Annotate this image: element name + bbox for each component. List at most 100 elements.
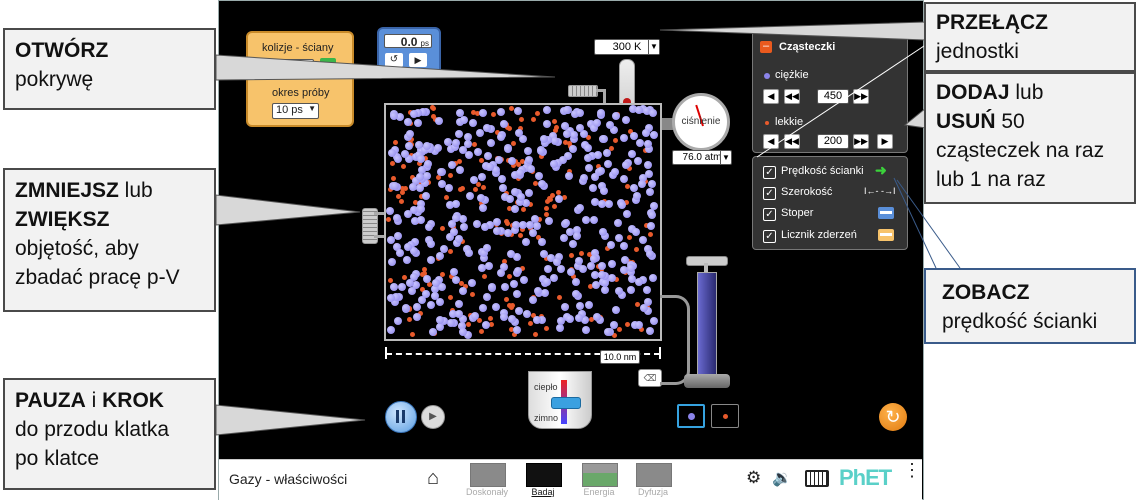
heavy-particle [526, 165, 535, 174]
heavy-particle [443, 137, 452, 146]
heavy-particle [421, 289, 430, 298]
pause-button[interactable] [385, 401, 417, 433]
stopwatch-checkbox[interactable]: ✓ [763, 208, 776, 221]
stopwatch-unit: ps [420, 39, 429, 48]
heavy-particle [560, 302, 569, 311]
light-particle [544, 325, 550, 331]
remove-fifty-light-button[interactable]: ◀◀ [784, 134, 800, 149]
heavy-particle [408, 286, 417, 295]
heavy-particle [608, 260, 616, 269]
play-icon[interactable]: ▶ [409, 53, 427, 67]
heavy-particle [486, 138, 495, 147]
gear-icon[interactable]: ⚙ [746, 468, 761, 488]
callout-pause-mid: i [85, 389, 103, 412]
heavy-particle [409, 109, 418, 118]
heavy-particle [479, 204, 488, 213]
collapse-button[interactable]: – [760, 41, 772, 53]
heat-cool-slider-thumb[interactable] [551, 397, 581, 409]
heavy-count: 450 [817, 89, 849, 104]
heavy-particle [590, 216, 598, 225]
tab-ideal[interactable]: Doskonały [466, 460, 508, 500]
light-particle [532, 331, 538, 337]
heavy-particle [603, 328, 612, 337]
heavy-particle [513, 290, 522, 299]
light-particle [624, 322, 630, 328]
collision-counter-panel[interactable]: kolizje - ściany ▶ okres próby 10 ps ▼ [246, 31, 354, 127]
heavy-particle [581, 216, 590, 225]
remove-fifty-heavy-button[interactable]: ◀◀ [784, 89, 800, 104]
tab-diffusion[interactable]: Dyfuzja [633, 460, 673, 500]
tab-energy[interactable]: Energia [579, 460, 619, 500]
stopwatch-panel[interactable]: 0.0 ps ↺ ▶ [377, 27, 441, 75]
heavy-particle [403, 118, 412, 127]
add-one-light-button[interactable]: ▶ [877, 134, 893, 149]
add-fifty-light-button[interactable]: ▶▶ [853, 134, 869, 149]
width-readout: 10.0 nm [600, 350, 640, 364]
temperature-value: 300 K [612, 41, 642, 53]
tab-explore[interactable]: Badaj [523, 460, 563, 500]
reset-icon[interactable]: ↺ [385, 53, 403, 67]
light-particle [443, 195, 449, 201]
light-particle [410, 331, 416, 337]
step-forward-button[interactable]: ▶ [421, 405, 445, 429]
heavy-particle [597, 271, 606, 280]
heavy-particle [426, 256, 435, 265]
heavy-particle [422, 191, 431, 200]
heavy-particle [387, 258, 396, 267]
heavy-particle [600, 187, 609, 196]
heavy-particle [397, 283, 406, 291]
heavy-particle [646, 222, 655, 231]
heavy-particle [528, 295, 537, 304]
heavy-particle [540, 134, 549, 143]
heavy-particle [522, 237, 531, 246]
chevron-down-icon: ▼ [720, 151, 731, 164]
heavy-particle [632, 227, 641, 236]
heavy-particle [416, 154, 425, 163]
light-particle [395, 194, 401, 200]
heavy-particle [485, 262, 494, 271]
heavy-particle [648, 210, 656, 219]
collision-counter-checkbox[interactable]: ✓ [763, 230, 776, 243]
callout-volume-bold2: ZWIĘKSZ [15, 208, 110, 231]
lid-handle[interactable] [568, 85, 598, 97]
width-checkbox[interactable]: ✓ [763, 187, 776, 200]
particle-container [384, 103, 662, 341]
add-fifty-heavy-button[interactable]: ▶▶ [853, 89, 869, 104]
wall-speed-checkbox[interactable]: ✓ [763, 166, 776, 179]
heavy-particle [495, 155, 504, 164]
lid-handle-arm [596, 89, 606, 103]
sound-icon[interactable]: 🔉 [772, 468, 792, 488]
heavy-particle-selector[interactable] [677, 404, 705, 428]
heavy-particle [454, 310, 463, 318]
pressure-readout[interactable]: 76.0 atm ▼ [672, 150, 732, 165]
reset-all-button[interactable]: ↻ [879, 403, 907, 431]
heavy-particle [455, 109, 464, 118]
light-particle [466, 322, 472, 328]
remove-one-heavy-button[interactable]: ◀ [763, 89, 779, 104]
stopwatch-label: Stoper [781, 207, 814, 219]
light-particle [431, 105, 436, 111]
light-particle-selector[interactable] [711, 404, 739, 428]
heavy-particle [510, 280, 519, 289]
heavy-particle [589, 184, 598, 193]
light-particle [521, 206, 527, 212]
light-particle [504, 297, 509, 302]
heavy-particle [451, 275, 460, 284]
home-icon[interactable]: ⌂ [427, 467, 439, 490]
heavy-particle [474, 148, 483, 157]
heavy-particle [513, 326, 522, 335]
callout-speed-text: prędkość ścianki [942, 310, 1098, 333]
play-counter-button[interactable]: ▶ [320, 58, 336, 72]
heavy-particle [451, 199, 460, 208]
heavy-particle [627, 263, 636, 272]
eraser-icon[interactable]: ⌫ [638, 369, 662, 387]
menu-icon[interactable]: ⋮ [903, 461, 921, 479]
heavy-particle [572, 277, 581, 286]
keyboard-icon[interactable] [805, 470, 829, 487]
sample-period-select[interactable]: 10 ps ▼ [272, 103, 319, 119]
remove-one-light-button[interactable]: ◀ [763, 134, 779, 149]
heavy-particle [648, 108, 657, 117]
heavy-particle [446, 318, 455, 327]
thermometer-readout[interactable]: 300 K ▼ [594, 39, 660, 55]
heavy-particle [554, 194, 563, 203]
